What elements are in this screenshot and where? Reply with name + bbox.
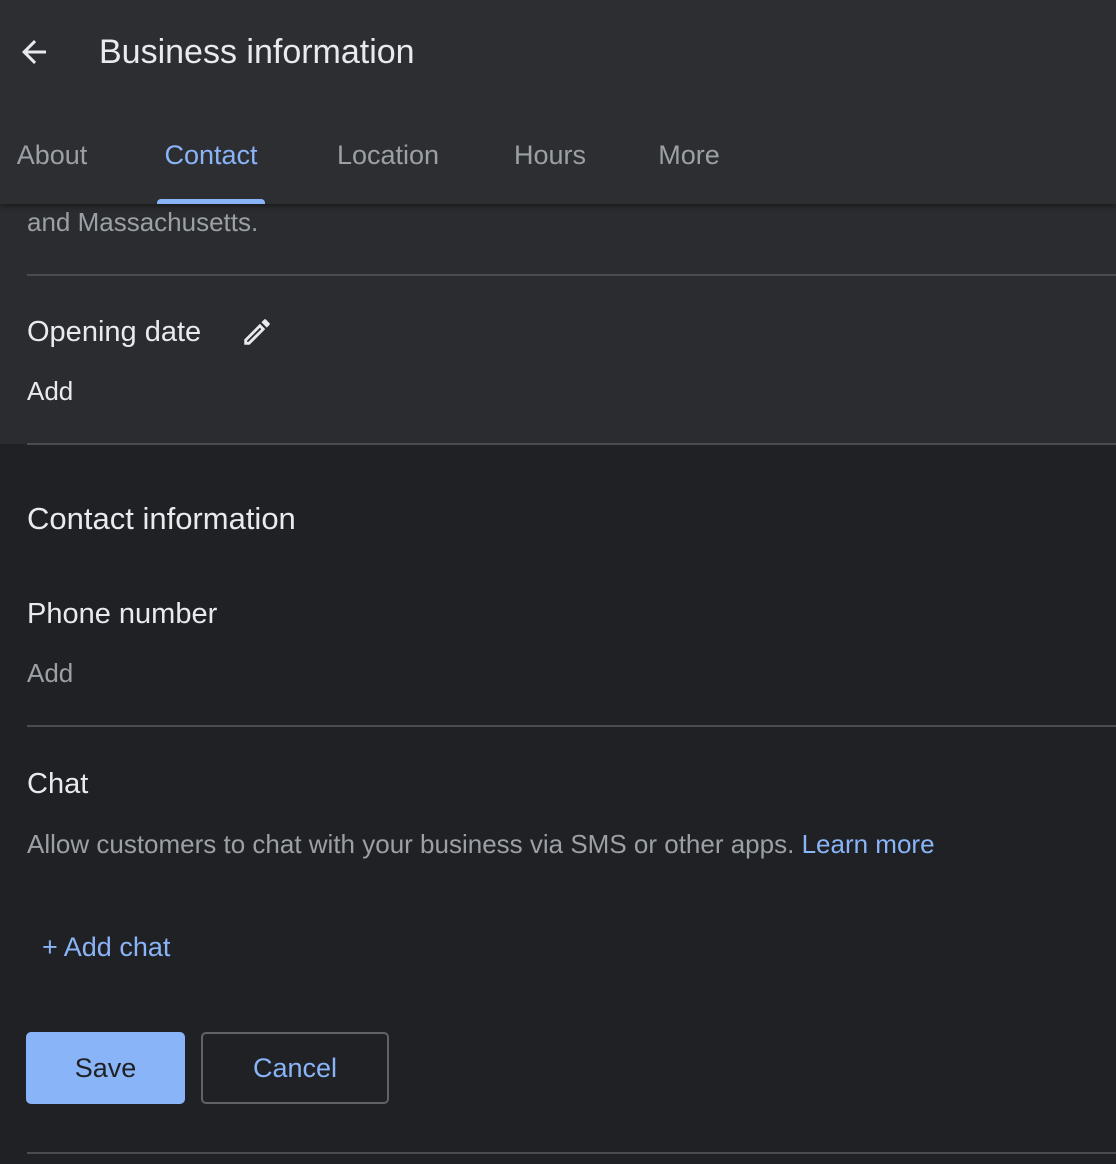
tab-about-label: About (16, 140, 88, 170)
back-button[interactable] (10, 28, 58, 76)
opening-date-label: Opening date (27, 316, 202, 348)
tab-hours[interactable]: Hours (510, 120, 590, 204)
tab-bar: About Contact Location Hours More (0, 120, 1116, 204)
tab-more[interactable]: More (655, 120, 723, 204)
active-tab-indicator (157, 199, 265, 204)
divider (27, 443, 1116, 445)
tab-more-label: More (658, 140, 720, 170)
arrow-left-icon (22, 40, 46, 64)
top-section: and Massachusetts. Opening date Add (0, 204, 1116, 444)
add-chat-button[interactable]: + Add chat (42, 928, 170, 966)
tab-location[interactable]: Location (330, 120, 446, 204)
tab-contact[interactable]: Contact (157, 120, 265, 204)
opening-date-add[interactable]: Add (27, 373, 73, 409)
divider (27, 274, 1116, 276)
chat-description: Allow customers to chat with your busine… (27, 826, 935, 862)
page-title: Business information (99, 33, 415, 71)
phone-number-add[interactable]: Add (27, 655, 73, 691)
save-button[interactable]: Save (26, 1032, 185, 1104)
tab-hours-label: Hours (513, 140, 587, 170)
pencil-icon[interactable] (240, 315, 274, 349)
chat-label: Chat (27, 768, 89, 800)
app-header: Business information About Contact Locat… (0, 0, 1116, 204)
divider (27, 725, 1116, 727)
contact-info-title: Contact information (27, 501, 296, 536)
tab-contact-label: Contact (164, 140, 258, 170)
tab-about[interactable]: About (10, 120, 94, 204)
cancel-button[interactable]: Cancel (201, 1032, 389, 1104)
description-text: and Massachusetts. (27, 207, 259, 237)
chat-description-text: Allow customers to chat with your busine… (27, 829, 795, 859)
phone-number-label: Phone number (27, 598, 218, 630)
learn-more-link[interactable]: Learn more (802, 829, 935, 859)
divider (27, 1152, 1116, 1154)
tab-location-label: Location (336, 140, 440, 170)
